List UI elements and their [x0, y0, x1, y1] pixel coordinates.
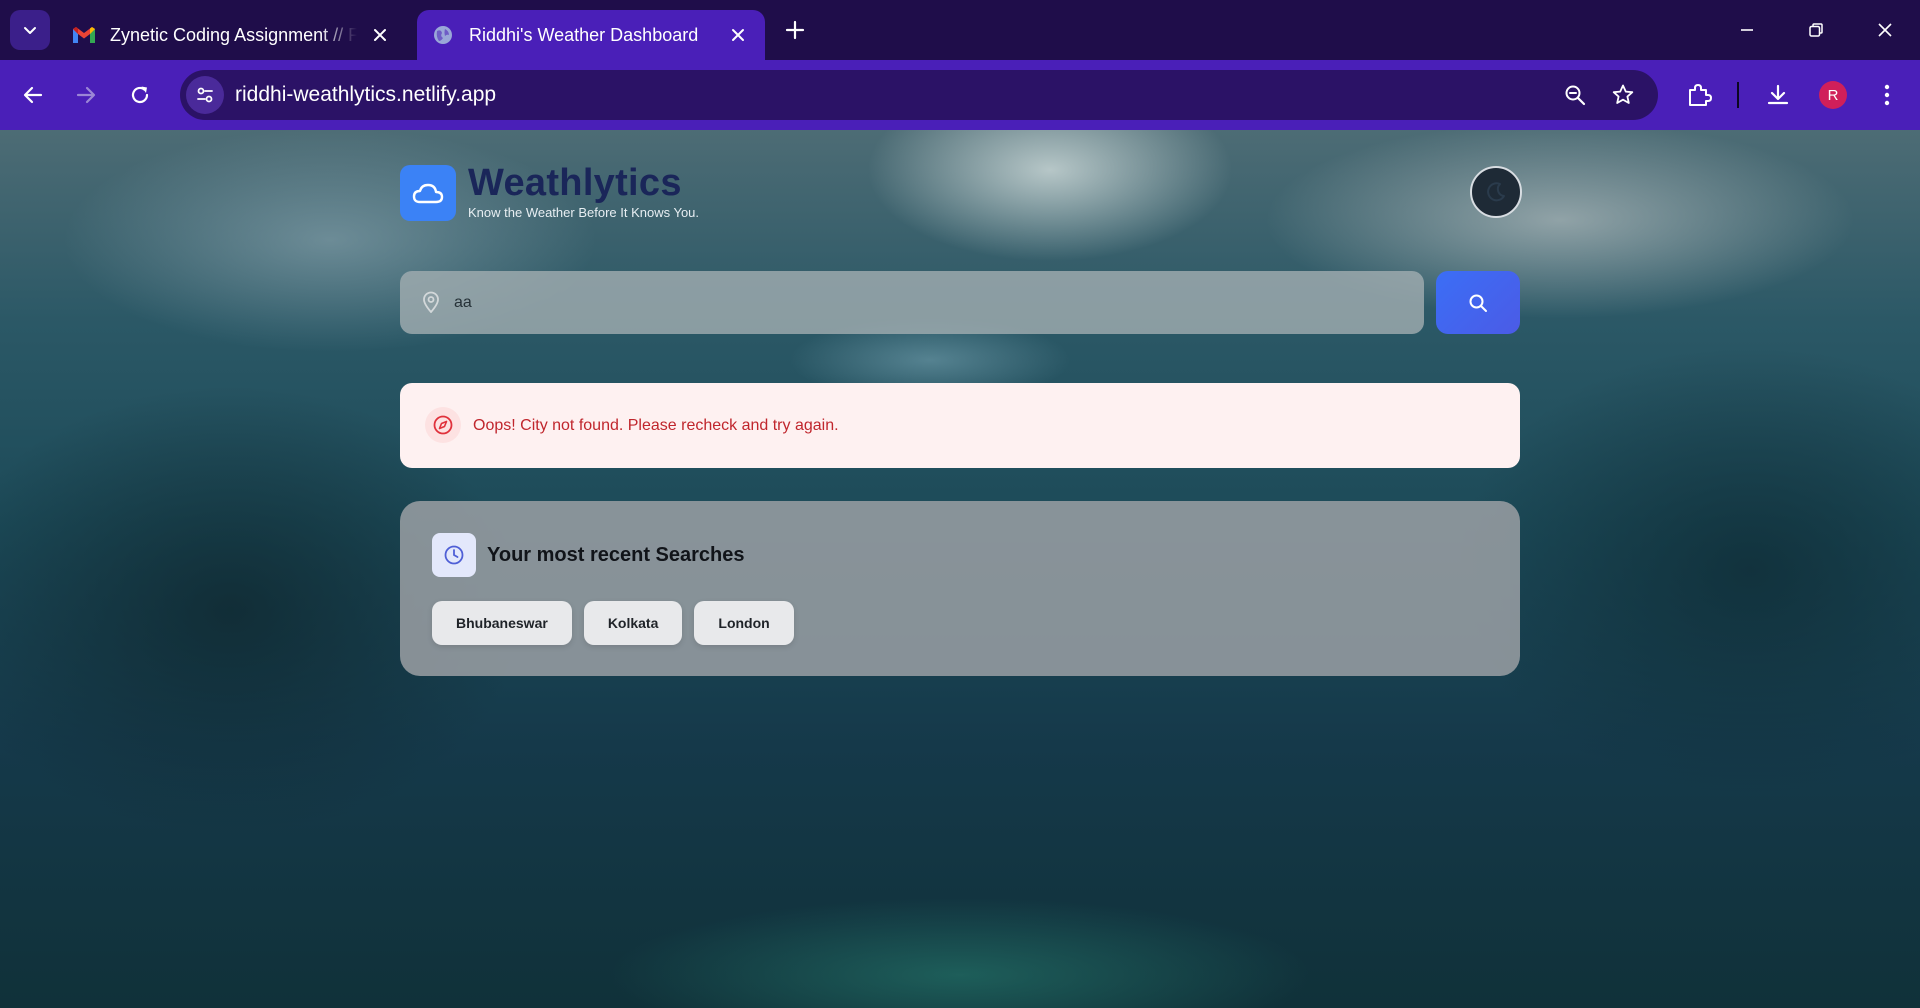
toolbar-divider	[1737, 82, 1739, 108]
arrow-left-icon	[23, 86, 43, 104]
close-icon[interactable]	[367, 22, 393, 48]
recent-search-chip[interactable]: London	[694, 601, 794, 645]
puzzle-icon	[1689, 84, 1712, 106]
moon-icon	[1487, 182, 1505, 202]
app-logo	[400, 165, 456, 221]
app-tagline: Know the Weather Before It Knows You.	[468, 205, 700, 220]
close-icon[interactable]	[725, 22, 751, 48]
star-icon	[1612, 84, 1634, 104]
bookmark-button[interactable]	[1608, 80, 1638, 110]
close-icon	[1878, 23, 1892, 37]
profile-avatar[interactable]: R	[1819, 81, 1847, 109]
forward-button[interactable]	[67, 76, 105, 114]
chevron-down-icon	[24, 27, 36, 34]
url-text[interactable]: riddhi-weathlytics.netlify.app	[235, 70, 496, 120]
city-search-bar	[400, 271, 1424, 334]
tab-weather-dashboard[interactable]: Riddhi's Weather Dashboard	[417, 10, 765, 60]
tab-title: Riddhi's Weather Dashboard	[469, 24, 699, 45]
error-message: Oops! City not found. Please recheck and…	[473, 417, 839, 434]
cloud-icon	[412, 183, 444, 204]
recent-searches-list: Bhubaneswar Kolkata London	[432, 601, 794, 645]
clock-icon	[432, 533, 476, 577]
extensions-button[interactable]	[1680, 76, 1718, 114]
address-bar[interactable]: riddhi-weathlytics.netlify.app	[180, 70, 1658, 120]
recent-searches-title: Your most recent Searches	[487, 544, 745, 566]
new-tab-button[interactable]	[780, 15, 810, 45]
city-search-input[interactable]	[454, 271, 1394, 334]
downloads-button[interactable]	[1759, 76, 1797, 114]
browser-tabstrip: Zynetic Coding Assignment // F Riddhi's …	[0, 0, 1920, 60]
reload-button[interactable]	[121, 76, 159, 114]
recent-search-chip[interactable]: Bhubaneswar	[432, 601, 572, 645]
download-icon	[1767, 84, 1789, 105]
restore-icon	[1809, 23, 1823, 37]
restore-button[interactable]	[1796, 10, 1836, 50]
tab-search-button[interactable]	[10, 10, 50, 50]
browser-toolbar: riddhi-weathlytics.netlify.app R	[0, 60, 1920, 130]
compass-icon	[425, 407, 461, 443]
gmail-icon	[72, 23, 96, 47]
arrow-right-icon	[76, 86, 96, 104]
recent-search-chip[interactable]: Kolkata	[583, 601, 683, 645]
globe-icon	[431, 23, 455, 47]
search-button[interactable]	[1436, 271, 1520, 334]
site-info-button[interactable]	[186, 76, 224, 114]
error-alert: Oops! City not found. Please recheck and…	[400, 383, 1520, 468]
theme-toggle-button[interactable]	[1470, 166, 1522, 218]
back-button[interactable]	[14, 76, 52, 114]
zoom-button[interactable]	[1560, 80, 1590, 110]
search-icon	[1469, 294, 1487, 312]
map-pin-icon	[420, 291, 442, 313]
plus-icon	[785, 20, 805, 40]
recent-searches-card: Your most recent Searches Bhubaneswar Ko…	[400, 501, 1520, 676]
zoom-out-icon	[1565, 85, 1586, 106]
reload-icon	[131, 86, 149, 104]
app-brand-title: Weathlytics	[468, 162, 682, 204]
tune-icon	[197, 87, 213, 103]
tab-title: Zynetic Coding Assignment // F	[110, 24, 357, 45]
page-viewport: Weathlytics Know the Weather Before It K…	[0, 130, 1920, 1008]
browser-menu-button[interactable]	[1868, 76, 1906, 114]
minimize-icon	[1741, 29, 1753, 31]
minimize-button[interactable]	[1727, 10, 1767, 50]
tab-gmail[interactable]: Zynetic Coding Assignment // F	[60, 10, 405, 60]
close-window-button[interactable]	[1865, 10, 1905, 50]
more-vertical-icon	[1884, 84, 1890, 106]
